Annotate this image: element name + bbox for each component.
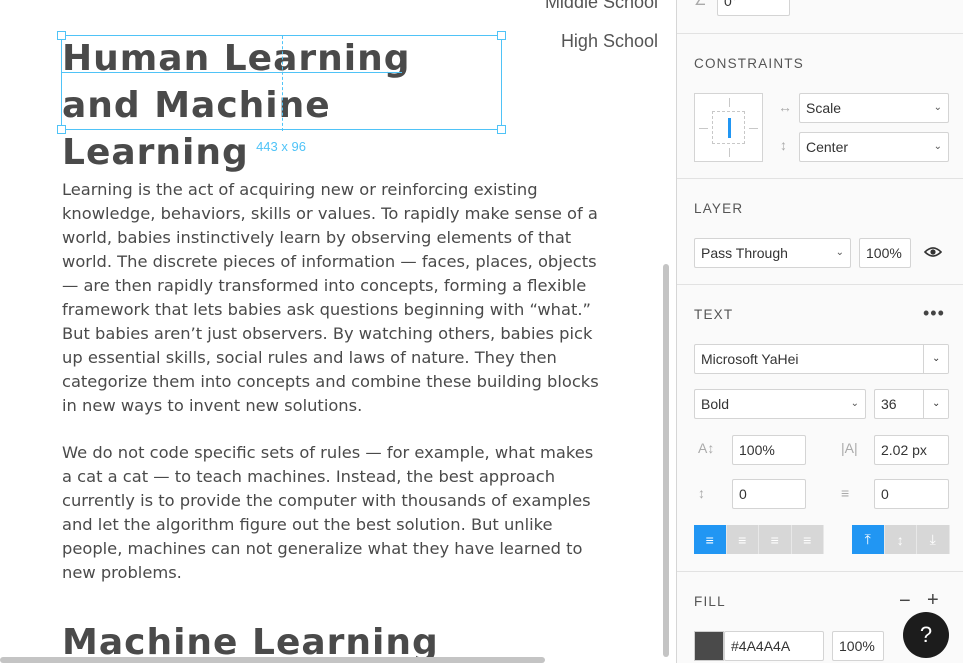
vertical-scrollbar[interactable] bbox=[663, 264, 669, 657]
chevron-down-icon: ⌄ bbox=[932, 353, 941, 364]
resize-handle-top-left[interactable] bbox=[57, 31, 66, 40]
center-guide-vertical bbox=[282, 36, 283, 131]
align-middle-icon[interactable]: ↕ bbox=[884, 525, 917, 554]
rotation-field[interactable]: 0° bbox=[717, 0, 790, 16]
add-fill-icon[interactable]: + bbox=[927, 589, 939, 612]
remove-fill-icon[interactable]: − bbox=[899, 590, 911, 613]
paragraph-spacing-icon: ↕ bbox=[698, 485, 705, 501]
paragraph-2[interactable]: We do not code specific sets of rules — … bbox=[62, 441, 607, 585]
horizontal-align-group: ≡ ≡ ≡ ≡ bbox=[694, 525, 824, 554]
vertical-constraint-value: Center bbox=[806, 139, 849, 155]
fill-title: FILL bbox=[694, 594, 726, 609]
divider bbox=[677, 178, 963, 179]
chevron-down-icon: ⌄ bbox=[933, 141, 942, 152]
chevron-down-icon: ⌄ bbox=[933, 102, 942, 113]
divider bbox=[677, 33, 963, 34]
line-height-field[interactable]: 100% bbox=[732, 435, 806, 465]
text-title: TEXT bbox=[694, 307, 734, 322]
font-family-select[interactable]: Microsoft YaHei ⌄ bbox=[694, 344, 949, 374]
outline-item-high-school[interactable]: High School bbox=[561, 31, 658, 52]
blend-mode-select[interactable]: Pass Through ⌄ bbox=[694, 238, 851, 268]
align-top-icon[interactable]: ⤒ bbox=[852, 525, 885, 554]
font-size-field[interactable]: 36 ⌄ bbox=[874, 389, 949, 419]
layer-title: LAYER bbox=[694, 201, 744, 216]
fill-color-swatch[interactable] bbox=[694, 631, 724, 661]
fill-hex-field[interactable]: #4A4A4A bbox=[724, 631, 824, 661]
selection-box[interactable] bbox=[57, 31, 506, 134]
vertical-constraint-select[interactable]: Center ⌄ bbox=[799, 132, 949, 162]
selection-size-label: 443 x 96 bbox=[256, 139, 306, 154]
horizontal-scrollbar[interactable] bbox=[0, 657, 545, 663]
indent-field[interactable]: 0 bbox=[874, 479, 949, 509]
blend-mode-value: Pass Through bbox=[701, 245, 788, 261]
constraints-title: CONSTRAINTS bbox=[694, 56, 804, 71]
constraint-left-pin[interactable] bbox=[699, 128, 708, 129]
letter-spacing-field[interactable]: 2.02 px bbox=[874, 435, 949, 465]
font-family-dropdown[interactable]: ⌄ bbox=[923, 345, 948, 373]
font-weight-value: Bold bbox=[701, 396, 730, 412]
align-bottom-icon[interactable]: ⤓ bbox=[917, 525, 950, 554]
paragraph-1[interactable]: Learning is the act of acquiring new or … bbox=[62, 178, 607, 418]
rotation-icon: ∠ bbox=[694, 0, 707, 8]
letter-spacing-icon: |A| bbox=[841, 440, 858, 456]
font-size-value: 36 bbox=[881, 396, 897, 412]
eye-icon[interactable] bbox=[923, 245, 943, 264]
vertical-align-group: ⤒ ↕ ⤓ bbox=[852, 525, 950, 554]
font-weight-select[interactable]: Bold ⌄ bbox=[694, 389, 866, 419]
align-left-icon[interactable]: ≡ bbox=[694, 525, 727, 554]
align-justify-icon[interactable]: ≡ bbox=[791, 525, 824, 554]
horizontal-arrows-icon: ↔ bbox=[778, 99, 792, 115]
canvas[interactable]: Middle School High School Human Learning… bbox=[0, 0, 676, 663]
divider bbox=[677, 284, 963, 285]
chevron-down-icon: ⌄ bbox=[835, 247, 844, 258]
align-right-icon[interactable]: ≡ bbox=[759, 525, 792, 554]
constraint-bottom-pin[interactable] bbox=[729, 148, 730, 157]
chevron-down-icon: ⌄ bbox=[932, 398, 941, 409]
horizontal-constraint-value: Scale bbox=[806, 100, 842, 116]
outline-item-middle-school[interactable]: Middle School bbox=[545, 0, 658, 13]
help-button[interactable]: ? bbox=[903, 612, 949, 658]
vertical-arrows-icon: ↕ bbox=[780, 137, 787, 153]
baseline-guide bbox=[62, 72, 402, 73]
resize-handle-top-right[interactable] bbox=[497, 31, 506, 40]
inspector-panel: ∠ 0° CONSTRAINTS ↔ ↕ Scale ⌄ Center ⌄ LA… bbox=[676, 0, 963, 663]
more-options-icon[interactable]: ••• bbox=[923, 303, 945, 324]
font-family-value: Microsoft YaHei bbox=[701, 351, 799, 367]
constraint-center-pin[interactable] bbox=[728, 118, 731, 138]
resize-handle-bottom-left[interactable] bbox=[57, 125, 66, 134]
chevron-down-icon: ⌄ bbox=[850, 398, 859, 409]
divider bbox=[677, 571, 963, 572]
constraint-right-pin[interactable] bbox=[749, 128, 758, 129]
constraint-top-pin[interactable] bbox=[729, 98, 730, 107]
paragraph-spacing-field[interactable]: 0 bbox=[732, 479, 806, 509]
font-size-dropdown[interactable]: ⌄ bbox=[923, 390, 948, 418]
line-height-icon: A↕ bbox=[698, 440, 715, 456]
layer-opacity-field[interactable]: 100% bbox=[859, 238, 911, 268]
indent-icon: ≡ bbox=[841, 485, 850, 501]
fill-opacity-field[interactable]: 100% bbox=[832, 631, 884, 661]
horizontal-constraint-select[interactable]: Scale ⌄ bbox=[799, 93, 949, 123]
constraint-widget[interactable] bbox=[694, 93, 763, 162]
align-center-icon[interactable]: ≡ bbox=[726, 525, 759, 554]
resize-handle-bottom-right[interactable] bbox=[497, 125, 506, 134]
